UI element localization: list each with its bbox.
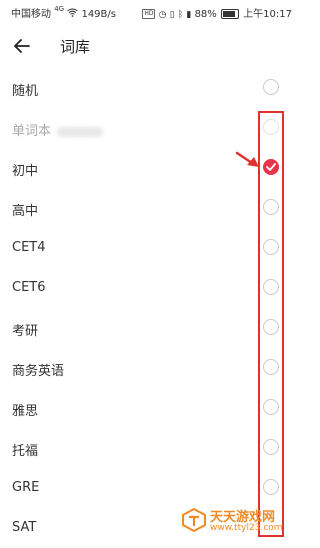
list-item-label: 雅思 [12,404,39,419]
list-item-label: 托福 [12,444,39,459]
list-item-label: 单词本 [12,120,104,139]
carrier-name: 中国移动 [11,9,51,20]
arrow-left-icon [14,39,30,53]
hd-badge: HD [142,9,156,19]
list-item-label: CET6 [12,280,46,295]
back-button[interactable] [10,34,34,58]
page-title: 词库 [60,38,91,56]
wifi-icon [67,8,79,20]
list-item-label: 初中 [12,164,39,179]
list-item-business[interactable]: 商务英语 [0,348,300,388]
battery-icon [220,9,239,19]
clock: 上午10:17 [243,9,292,20]
list-item-label: CET4 [12,240,46,255]
watermark-url: www.ttyl23.com [210,523,283,533]
list-item-postgrad[interactable]: 考研 [0,308,300,348]
signal-type: 4G [54,5,65,13]
radio-button[interactable] [263,79,279,95]
watermark-logo-icon [182,508,206,532]
list-item-label: 随机 [12,84,39,99]
list-item-ielts[interactable]: 雅思 [0,388,300,428]
signal-icon: ▮ [186,10,192,20]
status-left: 中国移动 4G 149B/s [11,5,116,20]
annotation-highlight-box [258,111,284,537]
blurred-count [57,126,104,137]
battery-percent: 88% [194,9,217,20]
network-speed: 149B/s [81,9,116,20]
list-item-label: GRE [12,480,40,495]
mute-icon: ▯ [169,10,175,20]
list-item-cet4[interactable]: CET4 [0,228,300,268]
list-item-senior[interactable]: 高中 [0,188,300,228]
list-item-gre[interactable]: GRE [0,468,300,508]
list-item-random[interactable]: 随机 [0,68,300,108]
status-bar: 中国移动 4G 149B/s HD ◷ ▯ ᛒ ▮ 88% 上午10:17 [0,0,300,24]
bluetooth-icon: ᛒ [177,10,184,20]
list-item-label: 高中 [12,204,39,219]
annotation-arrow-icon [235,151,259,167]
list-item-label: 商务英语 [12,364,65,379]
list-item-toefl[interactable]: 托福 [0,428,300,468]
list-item-wordbook[interactable]: 单词本 [0,108,300,148]
list-item-label: 考研 [12,324,39,339]
app-bar: 词库 [0,24,300,68]
list-item-cet6[interactable]: CET6 [0,268,300,308]
list-item-label: SAT [12,520,37,535]
status-right: HD ◷ ▯ ᛒ ▮ 88% 上午10:17 [142,5,292,20]
watermark: 天天游戏网 www.ttyl23.com [180,504,300,538]
alarm-icon: ◷ [158,10,167,20]
